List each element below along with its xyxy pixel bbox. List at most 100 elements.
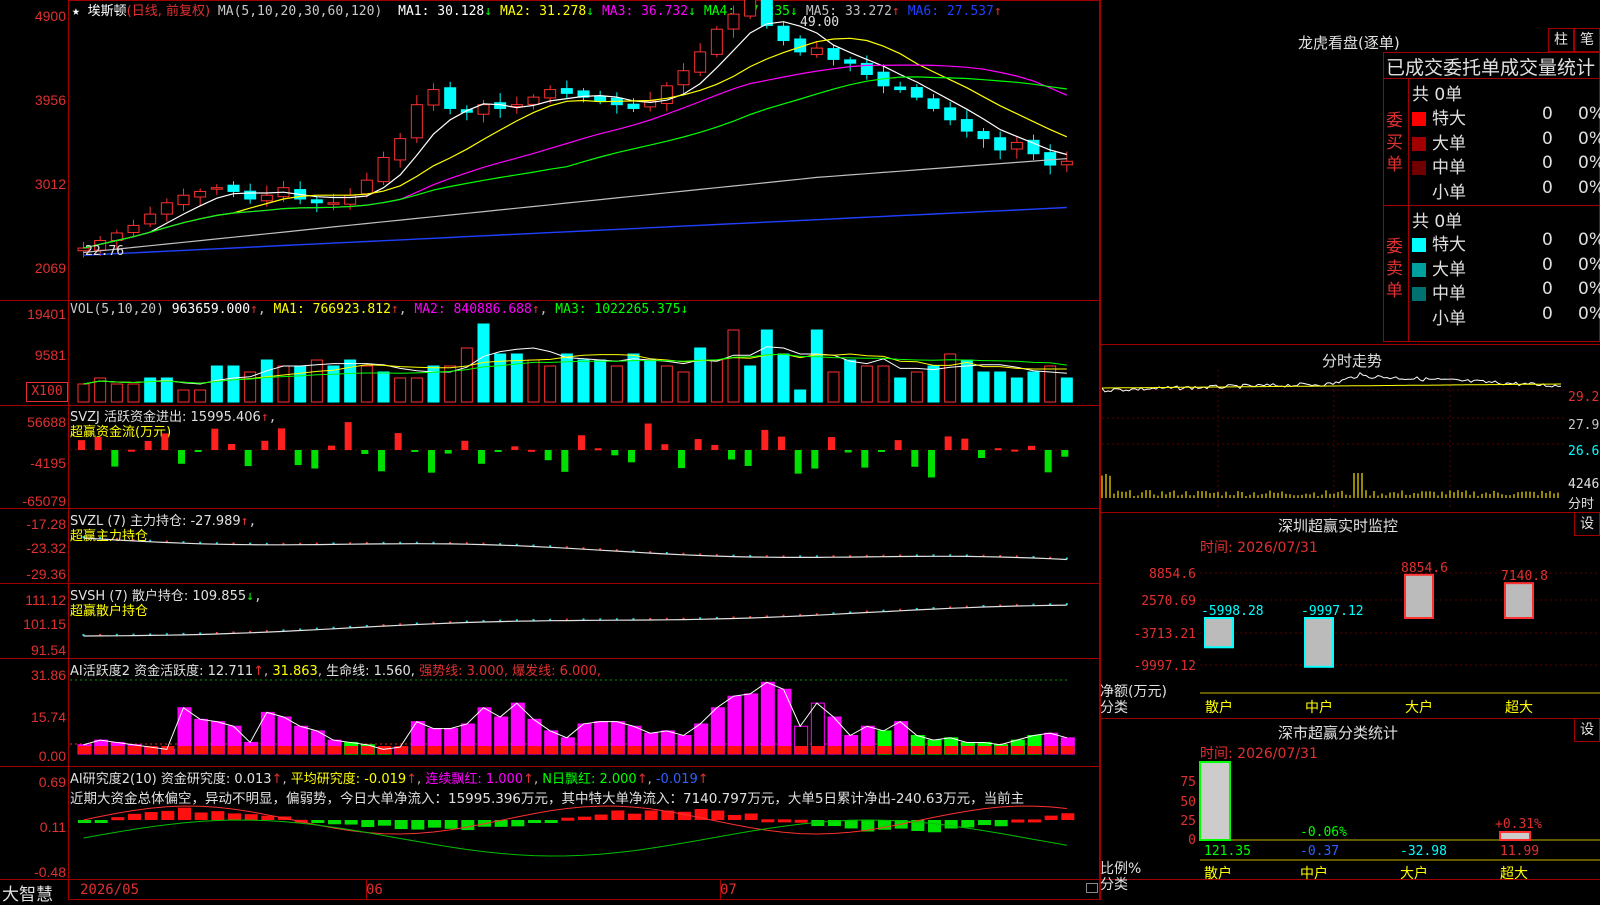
price-axis-label: 3012 xyxy=(34,176,66,192)
activity-base xyxy=(694,746,708,754)
flow-bar xyxy=(678,450,685,469)
candle-body xyxy=(710,28,723,55)
flow-bar xyxy=(844,450,852,453)
activity-base xyxy=(844,746,858,754)
intraday-chart[interactable] xyxy=(1101,370,1567,510)
flow-bar xyxy=(244,450,252,467)
candle-body xyxy=(127,224,140,233)
volume-bar xyxy=(677,371,690,403)
activity-base xyxy=(111,746,125,754)
svsh-axis-label: 101.15 xyxy=(23,616,66,632)
date-label: 07 xyxy=(720,882,737,898)
activity-base xyxy=(894,746,908,754)
category-label: 超大 xyxy=(1505,700,1533,716)
activity-base xyxy=(994,746,1008,754)
candle-body xyxy=(977,131,990,140)
candle-body xyxy=(527,96,540,105)
flow-bar xyxy=(478,450,485,464)
flow-bar xyxy=(1044,450,1052,473)
research-bar xyxy=(961,820,975,828)
settings-button[interactable]: 设 xyxy=(1574,718,1600,742)
activity-base xyxy=(378,746,391,754)
lock-icon[interactable] xyxy=(1086,883,1098,893)
ai-research-chart xyxy=(78,805,1075,857)
axis-tick: -3713.21 xyxy=(1133,627,1196,642)
flow-bar xyxy=(578,435,585,450)
sell-total: 共 0单 xyxy=(1412,212,1463,232)
volume-bar xyxy=(944,353,957,403)
legend-swatch xyxy=(1412,311,1426,326)
activity-base xyxy=(1061,746,1075,754)
flow-bar xyxy=(161,433,169,450)
flow-bar xyxy=(644,423,652,450)
legend-swatch xyxy=(1412,185,1426,200)
vol-unit-button[interactable]: X100 xyxy=(26,382,68,402)
price-axis-label: 4900 xyxy=(34,8,66,24)
candle-body xyxy=(844,59,857,64)
flow-bar xyxy=(594,448,602,451)
lhb-title: 龙虎看盘(逐单) xyxy=(1298,34,1400,52)
flow-bar xyxy=(261,440,269,450)
activity-base xyxy=(911,746,925,754)
volume-bar xyxy=(577,359,590,403)
volume-bar xyxy=(594,359,607,403)
flow-bar xyxy=(378,450,385,472)
svsh-axis-label: 91.54 xyxy=(30,642,66,658)
brand-label: 大智慧 xyxy=(2,885,53,905)
activity-base xyxy=(978,746,991,754)
svzl-axis-label: -29.36 xyxy=(26,566,66,582)
candle-body xyxy=(1060,160,1073,166)
tick-view-button[interactable]: 笔 xyxy=(1574,28,1600,52)
flow-bar xyxy=(344,422,352,450)
activity-base xyxy=(1028,746,1041,754)
ratio-bar xyxy=(1199,761,1231,841)
avg-line xyxy=(1102,383,1561,389)
research-bar xyxy=(261,815,275,820)
flow-bar xyxy=(628,450,635,463)
activity-base xyxy=(294,746,308,754)
candle-body xyxy=(894,86,907,91)
activity-base xyxy=(611,746,625,754)
volume-bar xyxy=(294,365,307,403)
research-bar xyxy=(1061,813,1075,820)
order-pct: 0% xyxy=(1578,177,1600,198)
activity-base xyxy=(944,746,958,754)
research-bar xyxy=(411,820,425,830)
candle-body xyxy=(944,107,957,121)
ratio-value: 121.35 xyxy=(1204,844,1251,859)
ratio-bar xyxy=(1499,831,1531,841)
flow-bar xyxy=(811,450,819,469)
research-bar xyxy=(944,820,958,829)
flow-bar xyxy=(411,450,419,453)
order-pct: 0% xyxy=(1578,128,1600,149)
candle-body xyxy=(160,202,173,215)
flow-bar xyxy=(111,450,119,467)
candle-body xyxy=(377,157,390,183)
activity-base xyxy=(628,746,641,754)
research-bar xyxy=(128,813,141,820)
vol-value: 963659.000 xyxy=(171,302,251,317)
bar-value: -9997.12 xyxy=(1301,604,1364,619)
candle-body xyxy=(360,179,373,195)
activity-base xyxy=(461,746,475,754)
activity-base xyxy=(644,746,658,754)
legend-swatch xyxy=(1412,161,1426,175)
date-label: 06 xyxy=(366,882,383,898)
volume-bar xyxy=(660,365,673,403)
flow-bar xyxy=(278,428,285,450)
settings-button[interactable]: 设 xyxy=(1574,512,1600,536)
activity-base xyxy=(278,746,291,754)
ai-research-lianxu: 连续飘红: 1.000 xyxy=(425,772,524,787)
activity-base xyxy=(661,746,675,754)
research-bar xyxy=(511,820,525,827)
class-xlabel: 分类 xyxy=(1100,877,1128,893)
legend-swatch xyxy=(1412,238,1426,252)
research-bar xyxy=(744,813,758,820)
volume-bar xyxy=(1060,377,1073,403)
flow-bar xyxy=(778,436,785,450)
volume-bar xyxy=(860,365,873,403)
ma-line xyxy=(83,206,1067,256)
column-view-button[interactable]: 柱 xyxy=(1548,28,1574,52)
activity-base xyxy=(861,746,875,754)
vol-header: VOL(5,10,20) 963659.000↑, MA1: 766923.81… xyxy=(70,302,689,317)
